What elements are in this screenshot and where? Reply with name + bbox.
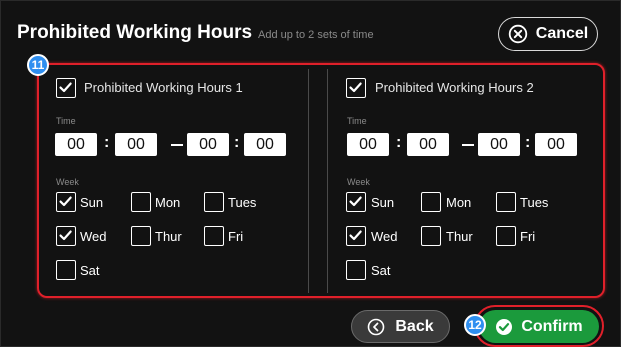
circle-chevron-left-icon [368, 318, 385, 335]
day-checkbox-fri[interactable] [496, 226, 516, 246]
confirm-label: Confirm [521, 317, 583, 335]
day-checkbox-thur[interactable] [421, 226, 441, 246]
end-minute-input[interactable]: 00 [535, 133, 577, 156]
week-label: Week [56, 177, 79, 187]
day-checkbox-sun[interactable] [56, 192, 76, 212]
day-checkbox-sat[interactable] [346, 260, 366, 280]
enable-checkbox-1[interactable] [56, 78, 76, 98]
check-icon [59, 230, 72, 241]
circle-x-icon [508, 24, 527, 44]
enable-checkbox-2[interactable] [346, 78, 366, 98]
day-label-thur: Thur [446, 229, 473, 244]
check-icon [59, 196, 72, 207]
start-hour-input[interactable]: 00 [347, 133, 389, 156]
day-label-mon: Mon [446, 195, 472, 210]
day-label-wed: Wed [80, 229, 107, 244]
day-checkbox-sun[interactable] [346, 192, 366, 212]
start-minute-input[interactable]: 00 [407, 133, 449, 156]
prohibited-hours-dialog: Prohibited Working Hours Add up to 2 set… [0, 0, 621, 347]
time-label: Time [347, 116, 367, 126]
confirm-button[interactable]: Confirm [479, 310, 599, 343]
day-checkbox-tues[interactable] [496, 192, 516, 212]
day-checkbox-fri[interactable] [204, 226, 224, 246]
day-label-sun: Sun [80, 195, 104, 210]
end-minute-input[interactable]: 00 [244, 133, 286, 156]
time-separator: : [234, 134, 240, 151]
week-label: Week [347, 177, 370, 187]
time-separator: : [525, 134, 531, 151]
day-checkbox-wed[interactable] [346, 226, 366, 246]
hours-panel-2: Prohibited Working Hours 2 Time 00 : 00 … [334, 68, 600, 294]
panel-divider [308, 69, 309, 293]
callout-badge-settings: 11 [27, 54, 49, 76]
end-hour-input[interactable]: 00 [478, 133, 520, 156]
page-title: Prohibited Working Hours [17, 22, 253, 43]
back-button[interactable]: Back [351, 310, 450, 343]
day-checkbox-sat[interactable] [56, 260, 76, 280]
check-icon [349, 196, 362, 207]
end-hour-input[interactable]: 00 [187, 133, 229, 156]
panel-heading: Prohibited Working Hours 2 [375, 80, 534, 95]
day-checkbox-mon[interactable] [421, 192, 441, 212]
day-label-sat: Sat [80, 263, 100, 278]
day-label-sun: Sun [371, 195, 395, 210]
day-label-fri: Fri [228, 229, 244, 244]
callout-badge-confirm: 12 [464, 314, 486, 336]
day-checkbox-wed[interactable] [56, 226, 76, 246]
day-checkbox-tues[interactable] [204, 192, 224, 212]
day-label-thur: Thur [155, 229, 182, 244]
day-checkbox-mon[interactable] [131, 192, 151, 212]
time-separator: : [104, 134, 110, 151]
circle-check-icon [496, 318, 513, 335]
range-dash [171, 144, 183, 146]
day-label-wed: Wed [371, 229, 398, 244]
day-label-tues: Tues [520, 195, 549, 210]
check-icon [349, 82, 362, 93]
day-label-mon: Mon [155, 195, 181, 210]
page-subtitle: Add up to 2 sets of time [258, 29, 374, 41]
day-label-sat: Sat [371, 263, 391, 278]
day-label-tues: Tues [228, 195, 257, 210]
check-icon [59, 82, 72, 93]
day-checkbox-thur[interactable] [131, 226, 151, 246]
panel-divider [327, 69, 328, 293]
hours-panel-1: Prohibited Working Hours 1 Time 00 : 00 … [42, 68, 308, 294]
cancel-button[interactable]: Cancel [498, 17, 598, 51]
panel-heading: Prohibited Working Hours 1 [84, 80, 243, 95]
start-hour-input[interactable]: 00 [55, 133, 97, 156]
cancel-label: Cancel [535, 25, 589, 42]
day-label-fri: Fri [520, 229, 536, 244]
back-label: Back [395, 317, 434, 335]
check-icon [349, 230, 362, 241]
time-label: Time [56, 116, 76, 126]
time-separator: : [396, 134, 402, 151]
range-dash [462, 144, 474, 146]
start-minute-input[interactable]: 00 [115, 133, 157, 156]
